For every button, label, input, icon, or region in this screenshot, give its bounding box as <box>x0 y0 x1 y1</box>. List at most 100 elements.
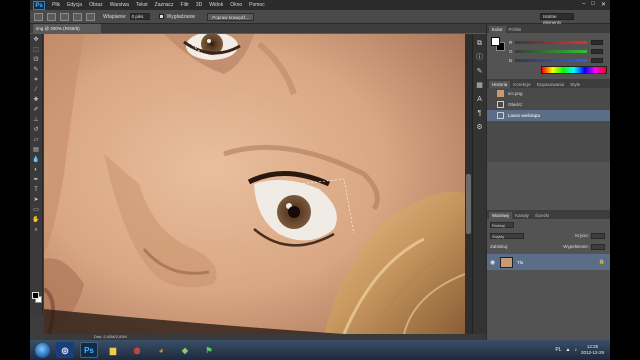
marquee-tool-icon[interactable]: ⬚ <box>32 47 41 54</box>
history-panel-tabs: Historia Korekcje Dopasowania Style <box>487 79 610 88</box>
menu-type[interactable]: Tekst <box>136 2 148 8</box>
foreground-color-swatch[interactable] <box>32 292 39 299</box>
gradient-tool-icon[interactable]: ▤ <box>32 147 41 154</box>
green-value-field[interactable] <box>591 48 603 54</box>
vertical-scrollbar[interactable] <box>465 34 472 334</box>
pen-tool-icon[interactable]: ✒ <box>32 177 41 184</box>
history-snapshot[interactable]: scr.png <box>487 88 610 99</box>
options-bar: Wtapianie: 0 piks Wygładzanie Popraw kra… <box>30 10 610 25</box>
tab-corrections[interactable]: Korekcje <box>510 81 534 88</box>
new-selection-icon[interactable] <box>47 12 56 21</box>
antialias-checkbox[interactable] <box>158 14 164 19</box>
red-value-field[interactable] <box>591 39 603 45</box>
menu-edit[interactable]: Edycja <box>67 2 82 8</box>
menu-view[interactable]: Widok <box>209 2 223 8</box>
eyedropper-tool-icon[interactable]: ⁄ <box>32 87 41 94</box>
blue-slider[interactable]: B <box>509 57 605 63</box>
lasso-preset-icon[interactable] <box>34 12 43 21</box>
green-track[interactable] <box>515 49 587 53</box>
refine-edge-button[interactable]: Popraw krawędź... <box>207 12 255 21</box>
eraser-tool-icon[interactable]: ▱ <box>32 137 41 144</box>
language-indicator[interactable]: PL <box>555 347 561 353</box>
layer-background[interactable]: ◉ Tło 🔒 <box>487 254 610 270</box>
swatches-panel-icon[interactable]: ▦ <box>475 81 484 90</box>
blend-mode-select[interactable]: Zwykły <box>490 232 524 239</box>
tab-layers[interactable]: Warstwy <box>489 212 513 219</box>
chrome-icon[interactable]: ◍ <box>128 342 146 358</box>
hand-tool-icon[interactable]: ✋ <box>32 217 41 224</box>
healing-tool-icon[interactable]: ✚ <box>32 97 41 104</box>
red-track[interactable] <box>515 40 587 44</box>
dodge-tool-icon[interactable]: ◐ <box>32 167 41 174</box>
info-panel-icon[interactable]: ⓘ <box>475 53 484 62</box>
intersect-selection-icon[interactable] <box>86 12 95 21</box>
document-canvas[interactable] <box>44 34 465 334</box>
move-tool-icon[interactable]: ✥ <box>32 37 41 44</box>
brush-tool-icon[interactable]: ✐ <box>32 107 41 114</box>
minimize-button[interactable]: – <box>582 1 585 8</box>
folder-icon[interactable]: ▆ <box>104 342 122 358</box>
feather-input[interactable]: 0 piks <box>129 13 150 20</box>
shape-tool-icon[interactable]: ▭ <box>32 207 41 214</box>
maximize-button[interactable]: □ <box>591 1 595 8</box>
app-icon[interactable]: ◈ <box>176 342 194 358</box>
menu-help[interactable]: Pomoc <box>249 2 265 8</box>
scrollbar-thumb[interactable] <box>466 174 471 234</box>
menu-file[interactable]: Plik <box>52 2 60 8</box>
add-selection-icon[interactable] <box>60 12 69 21</box>
history-panel-icon[interactable]: ⧉ <box>475 39 484 48</box>
firefox-icon[interactable]: ◕ <box>152 342 170 358</box>
history-step-open[interactable]: Otwórz <box>487 99 610 110</box>
windows-taskbar: ◎ Ps ▆ ◍ ◕ ◈ ⚑ PL ▲ ♪ 12:25 2012-12-29 <box>30 340 610 360</box>
panel-foreground-swatch[interactable] <box>491 37 500 46</box>
visibility-eye-icon[interactable]: ◉ <box>490 259 497 266</box>
tab-paths[interactable]: Ścieżki <box>532 212 552 219</box>
clock[interactable]: 12:25 2012-12-29 <box>581 344 604 356</box>
tab-swatches[interactable]: Próbki <box>506 26 525 33</box>
path-select-tool-icon[interactable]: ➤ <box>32 197 41 204</box>
tab-history[interactable]: Historia <box>489 81 511 88</box>
character-panel-icon[interactable]: A <box>475 95 484 104</box>
flag-icon[interactable]: ⚑ <box>200 342 218 358</box>
subtract-selection-icon[interactable] <box>73 12 82 21</box>
clone-tool-icon[interactable]: ⊥ <box>32 117 41 124</box>
tool-presets-icon[interactable]: ⚙ <box>475 123 484 132</box>
red-slider[interactable]: R <box>509 39 605 45</box>
lasso-tool-icon[interactable]: ᘎ <box>32 57 41 64</box>
history-step-lasso[interactable]: Lasso wielokąta <box>487 110 610 121</box>
volume-icon[interactable]: ♪ <box>574 347 577 353</box>
network-icon[interactable]: ▲ <box>566 347 571 353</box>
history-brush-tool-icon[interactable]: ↺ <box>32 127 41 134</box>
windows-explorer-icon[interactable]: ◎ <box>56 342 74 358</box>
crop-tool-icon[interactable]: ⌗ <box>32 77 41 84</box>
start-button[interactable] <box>35 342 50 358</box>
green-slider[interactable]: G <box>509 48 605 54</box>
tab-adjustments[interactable]: Dopasowania <box>534 81 567 88</box>
menu-image[interactable]: Obraz <box>89 2 103 8</box>
blur-tool-icon[interactable]: 💧 <box>32 157 41 164</box>
photoshop-logo: Ps <box>33 0 45 10</box>
opacity-field[interactable] <box>591 232 605 239</box>
tab-styles[interactable]: Style <box>567 81 583 88</box>
fill-field[interactable] <box>591 243 605 250</box>
paragraph-panel-icon[interactable]: ¶ <box>475 109 484 118</box>
quick-select-tool-icon[interactable]: ✎ <box>32 67 41 74</box>
menu-select[interactable]: Zaznacz <box>155 2 174 8</box>
workspace-select[interactable]: Istotne elementy <box>540 13 574 25</box>
type-tool-icon[interactable]: T <box>32 187 41 194</box>
menu-filter[interactable]: Filtr <box>181 2 189 8</box>
blue-track[interactable] <box>515 58 587 62</box>
close-button[interactable]: ✕ <box>601 1 606 8</box>
brush-panel-icon[interactable]: ✎ <box>475 67 484 76</box>
layer-filter-select[interactable]: Rodzaj <box>490 221 514 228</box>
tab-color[interactable]: Kolor <box>489 26 506 33</box>
zoom-tool-icon[interactable]: ⌕ <box>32 227 41 234</box>
color-spectrum[interactable] <box>541 66 607 74</box>
document-tab[interactable]: img @ 200% (RGB/8) <box>33 24 101 33</box>
tab-channels[interactable]: Kanały <box>512 212 532 219</box>
menu-3d[interactable]: 3D <box>196 2 202 8</box>
menu-window[interactable]: Okno <box>230 2 242 8</box>
photoshop-icon[interactable]: Ps <box>80 342 98 358</box>
menu-layer[interactable]: Warstwa <box>110 2 129 8</box>
blue-value-field[interactable] <box>591 57 603 63</box>
